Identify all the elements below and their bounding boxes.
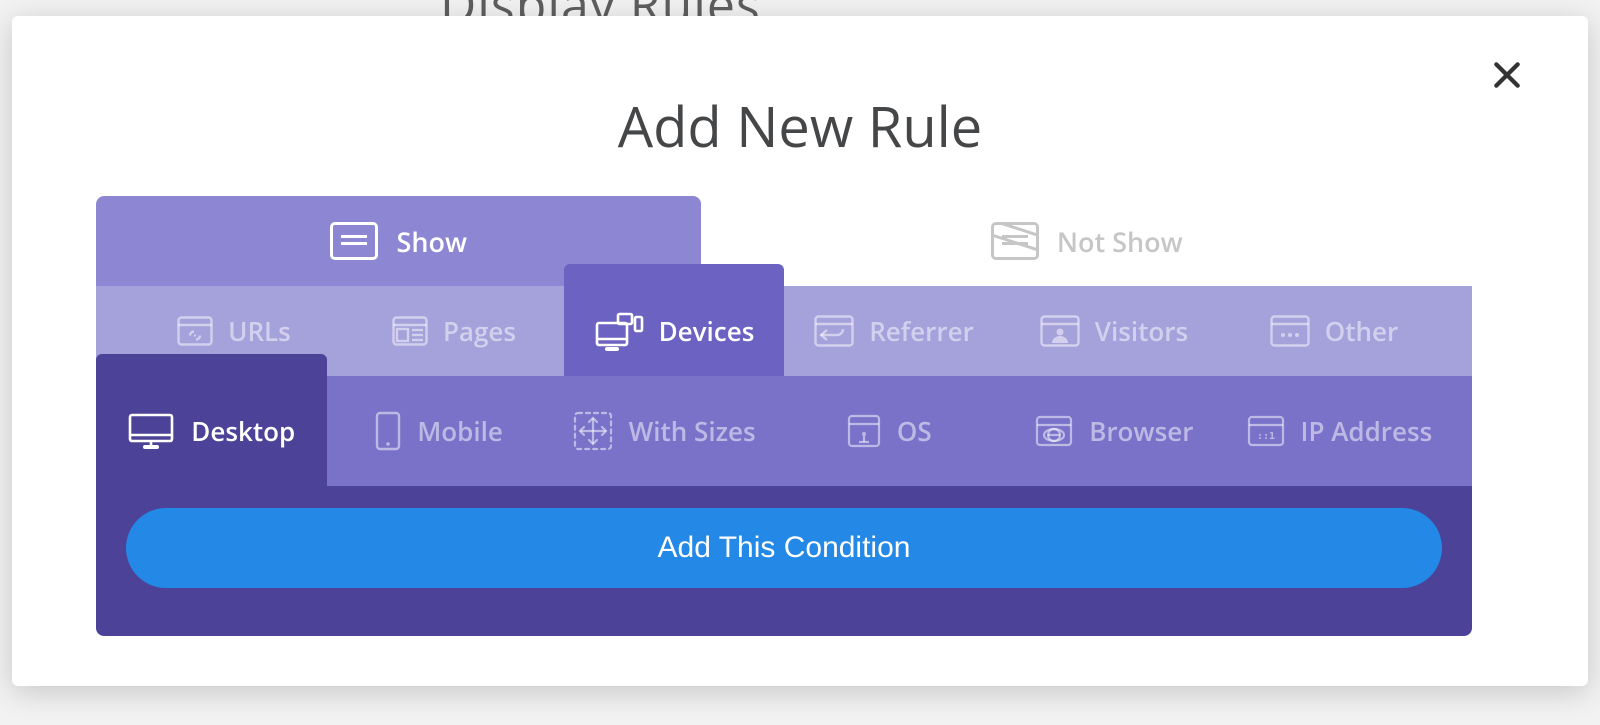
add-rule-modal: Add New Rule Show Not Show	[12, 16, 1588, 686]
category-tab-other[interactable]: Other	[1224, 286, 1444, 376]
category-tab-label: Visitors	[1095, 313, 1188, 349]
sub-tab-ip-address[interactable]: ::1 IP Address	[1227, 376, 1452, 486]
sub-tab-label: Desktop	[191, 413, 295, 449]
sub-tab-os[interactable]: OS	[777, 376, 1002, 486]
browser-icon	[1035, 415, 1073, 447]
mode-tab-not-show[interactable]: Not Show	[701, 196, 1472, 286]
other-icon	[1270, 315, 1310, 347]
category-tab-label: Pages	[443, 313, 516, 349]
add-condition-button[interactable]: Add This Condition	[126, 508, 1442, 588]
category-tab-label: Other	[1325, 313, 1398, 349]
category-tab-devices[interactable]: Devices	[564, 264, 784, 376]
pages-icon	[392, 316, 428, 346]
mode-tab-row: Show Not Show	[96, 196, 1472, 286]
sub-tab-label: Browser	[1089, 413, 1193, 449]
category-tab-pages[interactable]: Pages	[344, 286, 564, 376]
sub-tab-desktop[interactable]: Desktop	[96, 354, 327, 486]
desktop-icon	[127, 411, 175, 451]
urls-icon	[177, 316, 213, 346]
sub-tab-with-sizes[interactable]: With Sizes	[552, 376, 777, 486]
sub-tab-browser[interactable]: Browser	[1002, 376, 1227, 486]
close-button[interactable]	[1486, 54, 1528, 96]
category-tab-label: Devices	[659, 313, 755, 349]
os-icon	[847, 414, 881, 448]
devices-icon	[594, 311, 644, 351]
with-sizes-icon	[573, 411, 613, 451]
sub-tab-mobile[interactable]: Mobile	[327, 376, 552, 486]
sub-tab-label: IP Address	[1301, 413, 1433, 449]
rule-builder: Show Not Show URLs	[96, 196, 1472, 636]
category-tab-label: Referrer	[869, 313, 974, 349]
ip-address-icon: ::1	[1247, 415, 1285, 447]
visitors-icon	[1040, 315, 1080, 347]
sub-tab-label: With Sizes	[629, 413, 756, 449]
sub-tab-label: Mobile	[417, 413, 503, 449]
category-tab-referrer[interactable]: Referrer	[784, 286, 1004, 376]
category-tab-visitors[interactable]: Visitors	[1004, 286, 1224, 376]
referrer-icon	[814, 315, 854, 347]
sub-tab-label: OS	[897, 413, 932, 449]
modal-title: Add New Rule	[12, 88, 1588, 164]
mode-tab-label: Not Show	[1057, 223, 1183, 260]
action-row: Add This Condition	[96, 486, 1472, 636]
mode-tab-label: Show	[396, 223, 467, 260]
svg-text:::1: ::1	[1257, 431, 1275, 442]
category-tab-label: URLs	[228, 313, 291, 349]
close-icon	[1491, 59, 1523, 91]
mobile-icon	[375, 411, 401, 451]
show-icon	[330, 222, 378, 260]
not-show-icon	[991, 222, 1039, 260]
sub-tab-row: Desktop Mobile	[96, 376, 1472, 486]
